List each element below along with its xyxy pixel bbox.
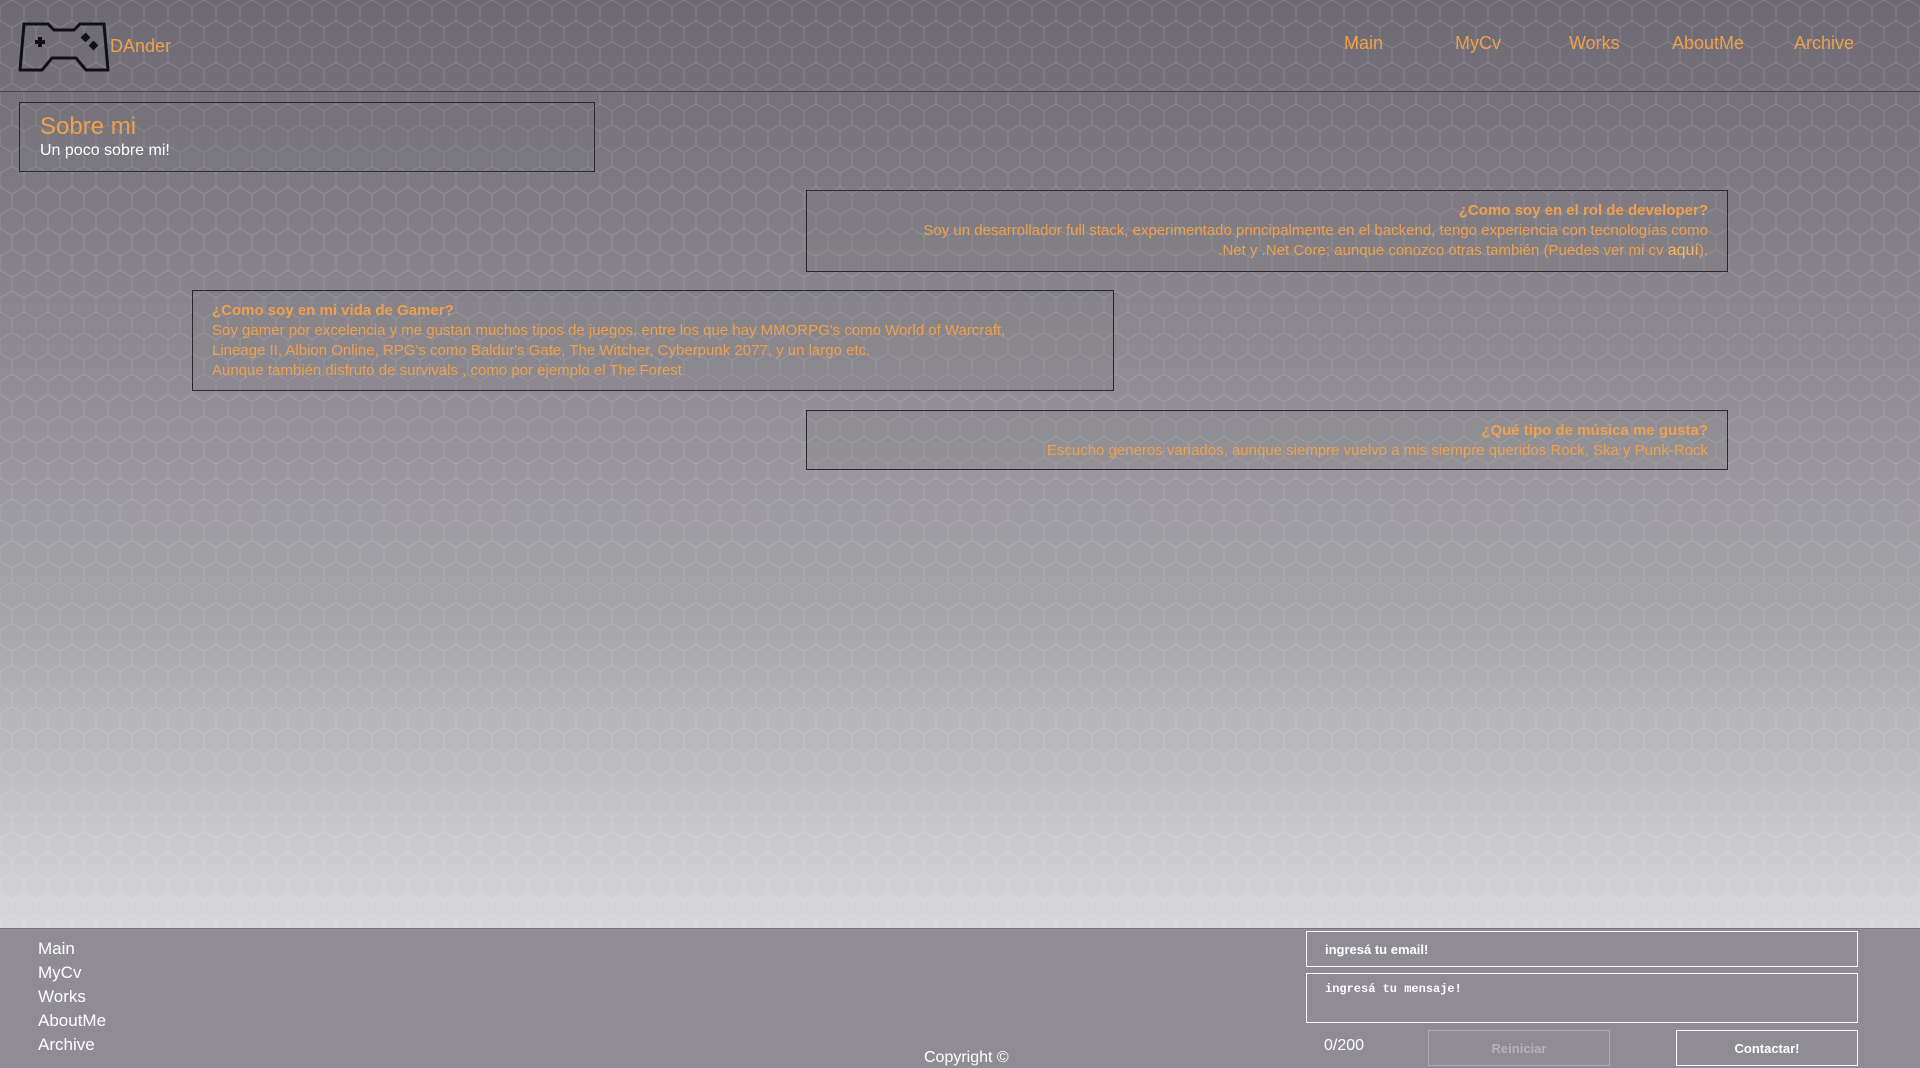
page-subtitle: Un poco sobre mi!	[40, 142, 170, 159]
footer-link-aboutme[interactable]: AboutMe	[38, 1011, 106, 1031]
site-footer: Main MyCv Works AboutMe Archive Copyrigh…	[0, 928, 1920, 1068]
nav-aboutme[interactable]: AboutMe	[1672, 33, 1744, 54]
nav-main[interactable]: Main	[1344, 33, 1383, 54]
gamer-text-line2: Lineage II, Albion Online, RPG's como Ba…	[212, 342, 871, 359]
reset-button[interactable]: Reiniciar	[1428, 1030, 1610, 1066]
gamer-text-line3: Aunque también disfruto de survivals , c…	[212, 362, 682, 379]
cv-link[interactable]: aquí	[1668, 242, 1699, 259]
site-header: DAnder Main MyCv Works AboutMe Archive	[0, 0, 1920, 92]
message-textarea[interactable]	[1306, 973, 1858, 1023]
music-question: ¿Qué tipo de música me gusta?	[1481, 422, 1708, 439]
music-card: ¿Qué tipo de música me gusta? Escucho ge…	[806, 410, 1728, 470]
nav-mycv[interactable]: MyCv	[1455, 33, 1501, 54]
char-counter: 0/200	[1324, 1037, 1365, 1054]
brand-name[interactable]: DAnder	[110, 36, 171, 57]
gamer-card: ¿Como soy en mi vida de Gamer? Soy gamer…	[192, 290, 1114, 391]
footer-link-mycv[interactable]: MyCv	[38, 963, 81, 983]
footer-link-archive[interactable]: Archive	[38, 1035, 95, 1055]
developer-card: ¿Como soy en el rol de developer? Soy un…	[806, 190, 1728, 272]
developer-text-post: ).	[1698, 242, 1708, 259]
developer-text-line2: .Net y .Net Core; aunque conozco otras t…	[826, 241, 1708, 261]
page-title: Sobre mi	[40, 113, 137, 140]
gamepad-icon[interactable]	[18, 20, 110, 74]
contact-button[interactable]: Contactar!	[1676, 1030, 1858, 1066]
nav-archive[interactable]: Archive	[1794, 33, 1854, 54]
footer-link-works[interactable]: Works	[38, 987, 86, 1007]
page-title-card: Sobre mi Un poco sobre mi!	[19, 102, 595, 172]
nav-works[interactable]: Works	[1569, 33, 1620, 54]
footer-link-main[interactable]: Main	[38, 939, 75, 959]
copyright-text: Copyright ©	[924, 1049, 1009, 1066]
music-text-line1: Escucho generos variados, aunque siempre…	[1046, 442, 1708, 459]
developer-text-pre: .Net y .Net Core; aunque conozco otras t…	[1218, 242, 1668, 259]
developer-text-line1: Soy un desarrollador full stack, experim…	[923, 222, 1708, 239]
email-input[interactable]	[1306, 931, 1858, 967]
gamer-question: ¿Como soy en mi vida de Gamer?	[212, 302, 454, 319]
developer-question: ¿Como soy en el rol de developer?	[1458, 202, 1708, 219]
gamer-text-line1: Soy gamer por excelencia y me gustan muc…	[212, 322, 1006, 339]
